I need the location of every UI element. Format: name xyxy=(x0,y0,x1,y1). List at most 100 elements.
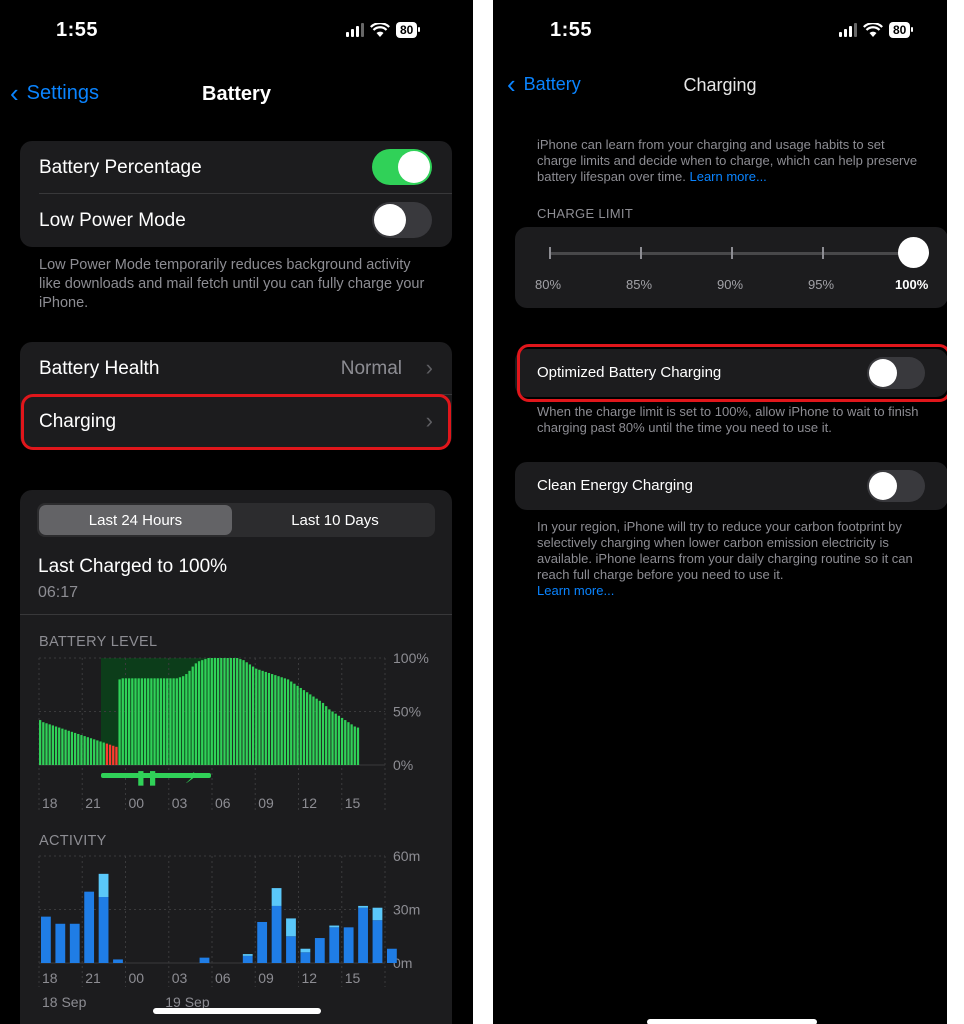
x-tick-label: 21 xyxy=(85,795,101,811)
clean-energy-label: Clean Energy Charging xyxy=(537,477,693,494)
charging-screen: 1:55 80 ‹ Battery Charging iPhone can le… xyxy=(493,0,947,1024)
battery-bar xyxy=(115,746,118,765)
activity-bar-screen-on xyxy=(113,959,123,963)
battery-bar xyxy=(93,739,96,765)
battery-bar xyxy=(223,658,226,765)
low-power-mode-toggle[interactable] xyxy=(372,202,432,238)
battery-level-title: BATTERY LEVEL xyxy=(39,634,158,650)
learn-more-link[interactable]: Learn more... xyxy=(689,169,766,184)
page-title: Battery xyxy=(202,83,271,105)
charging-intro: iPhone can learn from your charging and … xyxy=(537,137,918,184)
battery-bar xyxy=(45,723,48,765)
activity-bar-screen-on xyxy=(286,936,296,963)
battery-bar xyxy=(251,666,255,765)
battery-bar xyxy=(258,669,261,765)
x-tick-label: 12 xyxy=(302,795,318,811)
battery-bar xyxy=(162,678,166,765)
cellular-signal-icon xyxy=(839,23,857,37)
battery-bar xyxy=(89,738,93,765)
battery-bar xyxy=(232,658,236,765)
activity-bar-screen-off xyxy=(98,873,109,898)
battery-health-value: Normal xyxy=(340,358,402,379)
battery-bar xyxy=(261,670,264,765)
battery-bar xyxy=(178,677,182,765)
tab-last-10-days[interactable]: Last 10 Days xyxy=(237,505,433,535)
wifi-icon xyxy=(370,22,390,37)
battery-bar xyxy=(309,694,312,765)
battery-bar xyxy=(153,678,156,765)
x-tick-label: 00 xyxy=(129,970,145,986)
low-power-mode-label: Low Power Mode xyxy=(39,209,186,231)
battery-bar xyxy=(226,658,229,765)
charge-limit-slider-thumb[interactable] xyxy=(898,237,929,268)
battery-bar xyxy=(207,658,210,765)
battery-percentage-toggle[interactable] xyxy=(372,149,432,185)
battery-bar xyxy=(124,678,128,765)
charge-limit-header: CHARGE LIMIT xyxy=(537,206,634,221)
battery-bar xyxy=(108,744,112,765)
battery-bar xyxy=(239,659,242,765)
activity-bar-screen-on xyxy=(69,923,80,963)
tab-last-24-hours[interactable]: Last 24 Hours xyxy=(39,505,232,535)
battery-bar xyxy=(191,666,194,765)
cellular-signal-icon xyxy=(346,23,364,37)
battery-bar xyxy=(140,678,143,765)
battery-bar xyxy=(67,730,70,765)
activity-bar-screen-on xyxy=(358,907,368,963)
x-tick-label: 18 xyxy=(42,970,58,986)
battery-bar xyxy=(96,740,99,765)
battery-bar xyxy=(70,731,74,765)
last-charged-time: 06:17 xyxy=(38,584,79,601)
battery-bar xyxy=(353,726,356,765)
battery-bar xyxy=(194,663,198,765)
battery-bar xyxy=(42,722,45,765)
tick-mark xyxy=(822,247,824,259)
battery-bar xyxy=(290,681,293,765)
battery-bar xyxy=(337,715,341,765)
battery-bar xyxy=(242,660,245,765)
tick-mark xyxy=(640,247,642,259)
activity-bar-screen-off xyxy=(242,954,253,956)
date-label: 18 Sep xyxy=(42,994,87,1010)
clean-energy-row: Clean Energy Charging xyxy=(515,462,947,510)
activity-bar-screen-on xyxy=(242,955,253,963)
activity-title: ACTIVITY xyxy=(39,833,107,849)
battery-bar xyxy=(51,725,55,765)
activity-chart: 60m30m0m18 21 00 03 06 09 12 1518 Sep 19 Sep xyxy=(38,848,420,1010)
x-tick-label: 06 xyxy=(215,795,231,811)
battery-bar xyxy=(213,658,217,765)
battery-bar xyxy=(248,664,252,765)
battery-bar xyxy=(121,678,124,765)
battery-bar xyxy=(102,742,105,765)
home-indicator xyxy=(647,1019,817,1024)
battery-bar xyxy=(143,678,147,765)
home-indicator xyxy=(153,1008,321,1014)
activity-bar-screen-on xyxy=(199,957,210,963)
battery-indicator: 80 xyxy=(889,22,914,38)
battery-health-label: Battery Health xyxy=(39,357,160,379)
low-power-footnote: Low Power Mode temporarily reduces backg… xyxy=(39,257,425,311)
battery-bar xyxy=(147,678,150,765)
battery-bar xyxy=(99,741,102,765)
battery-bar xyxy=(271,674,274,765)
learn-more-link[interactable]: Learn more... xyxy=(537,583,614,598)
nav-bar: ‹ Battery Charging xyxy=(493,70,947,102)
battery-bar xyxy=(236,658,239,765)
battery-bar xyxy=(229,658,232,765)
charging-highlight xyxy=(21,394,451,450)
x-tick-label: 15 xyxy=(345,970,361,986)
clean-energy-toggle[interactable] xyxy=(867,470,925,502)
battery-bar xyxy=(321,702,325,765)
battery-bar xyxy=(315,698,318,765)
battery-bar xyxy=(105,743,109,765)
battery-bar xyxy=(334,713,337,765)
y-tick-label: 60m xyxy=(393,848,420,864)
charge-limit-label-95: 95% xyxy=(808,277,835,292)
activity-bar-screen-on xyxy=(41,916,51,963)
activity-bar-screen-on xyxy=(271,905,282,963)
activity-bar-screen-off xyxy=(300,948,311,953)
bolt-icon: ⚡ xyxy=(185,769,196,787)
battery-indicator: 80 xyxy=(396,22,421,38)
battery-bar xyxy=(293,683,296,765)
battery-bar xyxy=(350,724,353,765)
